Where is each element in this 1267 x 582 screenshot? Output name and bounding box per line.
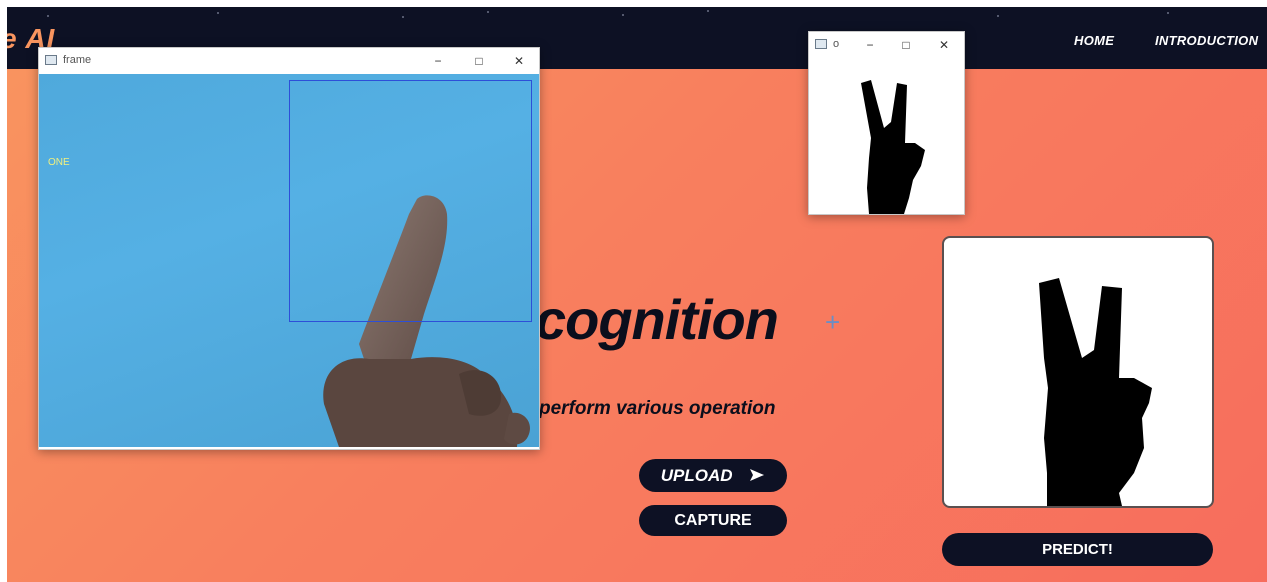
- maximize-icon[interactable]: □: [464, 51, 494, 71]
- star-decoration: [1167, 12, 1169, 14]
- star-decoration: [997, 15, 999, 17]
- star-decoration: [487, 11, 489, 13]
- camera-feed: ONE: [39, 74, 539, 447]
- mask-window-title: o: [833, 38, 840, 50]
- star-decoration: [622, 14, 624, 16]
- camera-frame-window: frame − □ ✕ ONE: [38, 47, 540, 450]
- upload-button[interactable]: UPLOAD: [639, 459, 787, 492]
- hero-subtitle: perform various operation: [539, 398, 776, 419]
- mask-window-titlebar[interactable]: o − □ ✕: [809, 32, 964, 58]
- hand-mask-image: [809, 58, 964, 214]
- window-icon: [815, 39, 827, 49]
- nav-home-link[interactable]: HOME: [1074, 33, 1114, 48]
- gesture-preview-image: [942, 236, 1214, 508]
- minimize-icon[interactable]: −: [855, 35, 885, 55]
- capture-button[interactable]: CAPTURE: [639, 505, 787, 536]
- frame-window-title: frame: [63, 54, 92, 66]
- prediction-label: ONE: [48, 157, 70, 168]
- minimize-icon[interactable]: −: [423, 51, 453, 71]
- maximize-icon[interactable]: □: [891, 35, 921, 55]
- close-icon[interactable]: ✕: [504, 51, 534, 71]
- star-decoration: [402, 16, 404, 18]
- star-decoration: [707, 10, 709, 12]
- window-icon: [45, 55, 57, 65]
- predict-button[interactable]: PREDICT!: [942, 533, 1213, 566]
- hero-title: cognition: [535, 288, 779, 351]
- upload-label: UPLOAD: [660, 466, 733, 485]
- send-arrow-icon: [750, 469, 765, 481]
- star-decoration: [217, 12, 219, 14]
- nav-introduction-link[interactable]: INTRODUCTION: [1155, 33, 1258, 48]
- hand-silhouette-preview: [1039, 278, 1152, 506]
- mask-window: o − □ ✕: [808, 31, 965, 215]
- star-decoration: [47, 15, 49, 17]
- roi-box: [289, 80, 532, 322]
- plus-decoration-icon: +: [825, 307, 841, 337]
- frame-window-titlebar[interactable]: frame − □ ✕: [39, 48, 539, 74]
- app-page: e AI HOME INTRODUCTION cognition + perfo…: [7, 7, 1267, 582]
- close-icon[interactable]: ✕: [929, 35, 959, 55]
